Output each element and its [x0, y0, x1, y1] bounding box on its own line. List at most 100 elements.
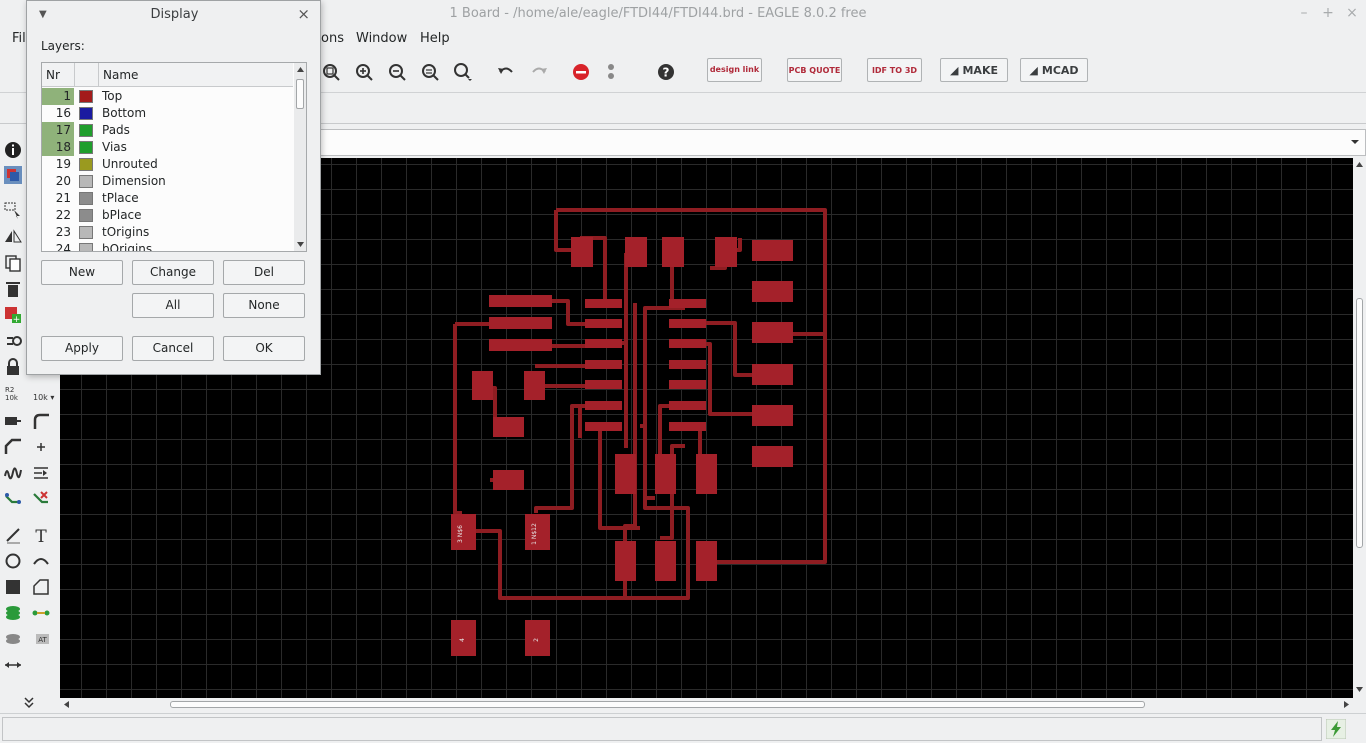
via-icon[interactable]: [4, 604, 22, 622]
vertical-scrollbar[interactable]: [1353, 158, 1366, 698]
layers-scroll-down-icon[interactable]: [296, 241, 305, 248]
layer-number[interactable]: 20: [42, 173, 74, 190]
miter-icon[interactable]: [4, 438, 22, 456]
layer-number[interactable]: 18: [42, 139, 74, 156]
layer-row[interactable]: 19 Unrouted: [42, 156, 293, 173]
scroll-right-icon[interactable]: [1343, 700, 1351, 709]
layer-name[interactable]: tOrigins: [102, 224, 149, 241]
layers-scroll-up-icon[interactable]: [296, 66, 305, 73]
layers-scrollbar[interactable]: [294, 63, 306, 251]
wire-icon[interactable]: [4, 526, 22, 544]
delete-icon[interactable]: [4, 280, 22, 298]
stop-icon[interactable]: [571, 62, 591, 82]
layer-color-swatch[interactable]: [79, 124, 93, 137]
layer-row[interactable]: 18 Vias: [42, 139, 293, 156]
layer-name[interactable]: tPlace: [102, 190, 139, 207]
ripup-icon[interactable]: [32, 490, 50, 508]
scroll-down-icon[interactable]: [1355, 686, 1364, 694]
more-tools-chevron-icon[interactable]: [20, 694, 38, 712]
command-line-input[interactable]: [319, 129, 1366, 156]
dialog-close-icon[interactable]: ×: [297, 5, 310, 23]
close-window-icon[interactable]: ×: [1344, 5, 1360, 21]
layer-name[interactable]: Bottom: [102, 105, 146, 122]
layer-name[interactable]: Dimension: [102, 173, 166, 190]
layer-number[interactable]: 17: [42, 122, 74, 139]
text-icon[interactable]: T: [32, 526, 50, 544]
layer-name[interactable]: Top: [102, 88, 122, 105]
zoom-out-icon[interactable]: [387, 62, 407, 82]
meander-icon[interactable]: [4, 464, 22, 482]
split-icon[interactable]: [32, 438, 50, 456]
design-link-button[interactable]: design link: [707, 58, 762, 82]
dimension-icon[interactable]: [4, 656, 22, 674]
menu-window[interactable]: Window: [356, 31, 407, 46]
layer-row[interactable]: 17 Pads: [42, 122, 293, 139]
layers-scroll-thumb[interactable]: [296, 79, 304, 109]
select-none-button[interactable]: None: [223, 293, 305, 318]
select-all-button[interactable]: All: [132, 293, 214, 318]
layer-row[interactable]: 22 bPlace: [42, 207, 293, 224]
horizontal-scroll-thumb[interactable]: [170, 701, 1145, 708]
layer-name[interactable]: Unrouted: [102, 156, 158, 173]
layer-number[interactable]: 23: [42, 224, 74, 241]
menu-options[interactable]: ons: [321, 31, 344, 46]
hole-icon[interactable]: [4, 630, 22, 648]
signal-icon[interactable]: [32, 604, 50, 622]
delete-layer-button[interactable]: Del: [223, 260, 305, 285]
layer-number[interactable]: 22: [42, 207, 74, 224]
zoom-fit-icon[interactable]: [321, 62, 341, 82]
polygon-icon[interactable]: [32, 578, 50, 596]
undo-icon[interactable]: [496, 62, 516, 82]
layer-number[interactable]: 21: [42, 190, 74, 207]
layer-row[interactable]: 21 tPlace: [42, 190, 293, 207]
lock-icon[interactable]: [4, 358, 22, 376]
layer-name[interactable]: bPlace: [102, 207, 142, 224]
layer-color-swatch[interactable]: [79, 243, 93, 251]
layer-number[interactable]: 1: [42, 88, 74, 105]
route-icon[interactable]: [4, 490, 22, 508]
column-name[interactable]: Name: [103, 68, 138, 82]
arc-tool-icon[interactable]: [32, 412, 50, 430]
lightning-icon[interactable]: [1326, 719, 1346, 739]
layer-color-swatch[interactable]: [79, 175, 93, 188]
layer-name[interactable]: Vias: [102, 139, 127, 156]
zoom-select-icon[interactable]: [420, 62, 440, 82]
layer-row[interactable]: 20 Dimension: [42, 173, 293, 190]
add-part-icon[interactable]: +: [4, 306, 22, 324]
layer-color-swatch[interactable]: [79, 192, 93, 205]
column-nr[interactable]: Nr: [46, 68, 60, 82]
mirror-icon[interactable]: [4, 228, 22, 246]
minimize-icon[interactable]: –: [1296, 5, 1312, 21]
rectangle-icon[interactable]: [4, 578, 22, 596]
zoom-in-icon[interactable]: [354, 62, 374, 82]
move-part-icon[interactable]: [4, 412, 22, 430]
maximize-icon[interactable]: +: [1320, 5, 1336, 21]
optimize-icon[interactable]: [32, 464, 50, 482]
name-tool-label[interactable]: R2 10k: [5, 386, 18, 402]
display-layers-icon[interactable]: [4, 166, 22, 184]
scroll-up-icon[interactable]: [1355, 160, 1364, 168]
layer-number[interactable]: 19: [42, 156, 74, 173]
layer-row[interactable]: 1 Top: [42, 88, 293, 105]
ok-button[interactable]: OK: [223, 336, 305, 361]
new-layer-button[interactable]: New: [41, 260, 123, 285]
layer-row[interactable]: 24 bOrigins: [42, 241, 293, 251]
replace-icon[interactable]: [4, 332, 22, 350]
info-icon[interactable]: [4, 141, 22, 159]
layer-number[interactable]: 24: [42, 241, 74, 251]
pcb-quote-button[interactable]: PCB QUOTE: [787, 58, 842, 82]
circle-icon[interactable]: [4, 552, 22, 570]
copy-icon[interactable]: [4, 254, 22, 272]
go-icon[interactable]: [601, 62, 621, 82]
zoom-area-icon[interactable]: [453, 62, 473, 82]
layer-row[interactable]: 23 tOrigins: [42, 224, 293, 241]
group-select-icon[interactable]: [4, 202, 22, 220]
layer-color-swatch[interactable]: [79, 226, 93, 239]
layer-color-swatch[interactable]: [79, 107, 93, 120]
idf-to-3d-button[interactable]: IDF TO 3D: [867, 58, 922, 82]
layers-table[interactable]: Nr Name 1 Top 16 Bottom 17 Pads 18 Vias 19 Unrout…: [41, 62, 307, 252]
vertical-scroll-thumb[interactable]: [1356, 298, 1363, 548]
layer-color-swatch[interactable]: [79, 90, 93, 103]
apply-button[interactable]: Apply: [41, 336, 123, 361]
layer-name[interactable]: Pads: [102, 122, 130, 139]
